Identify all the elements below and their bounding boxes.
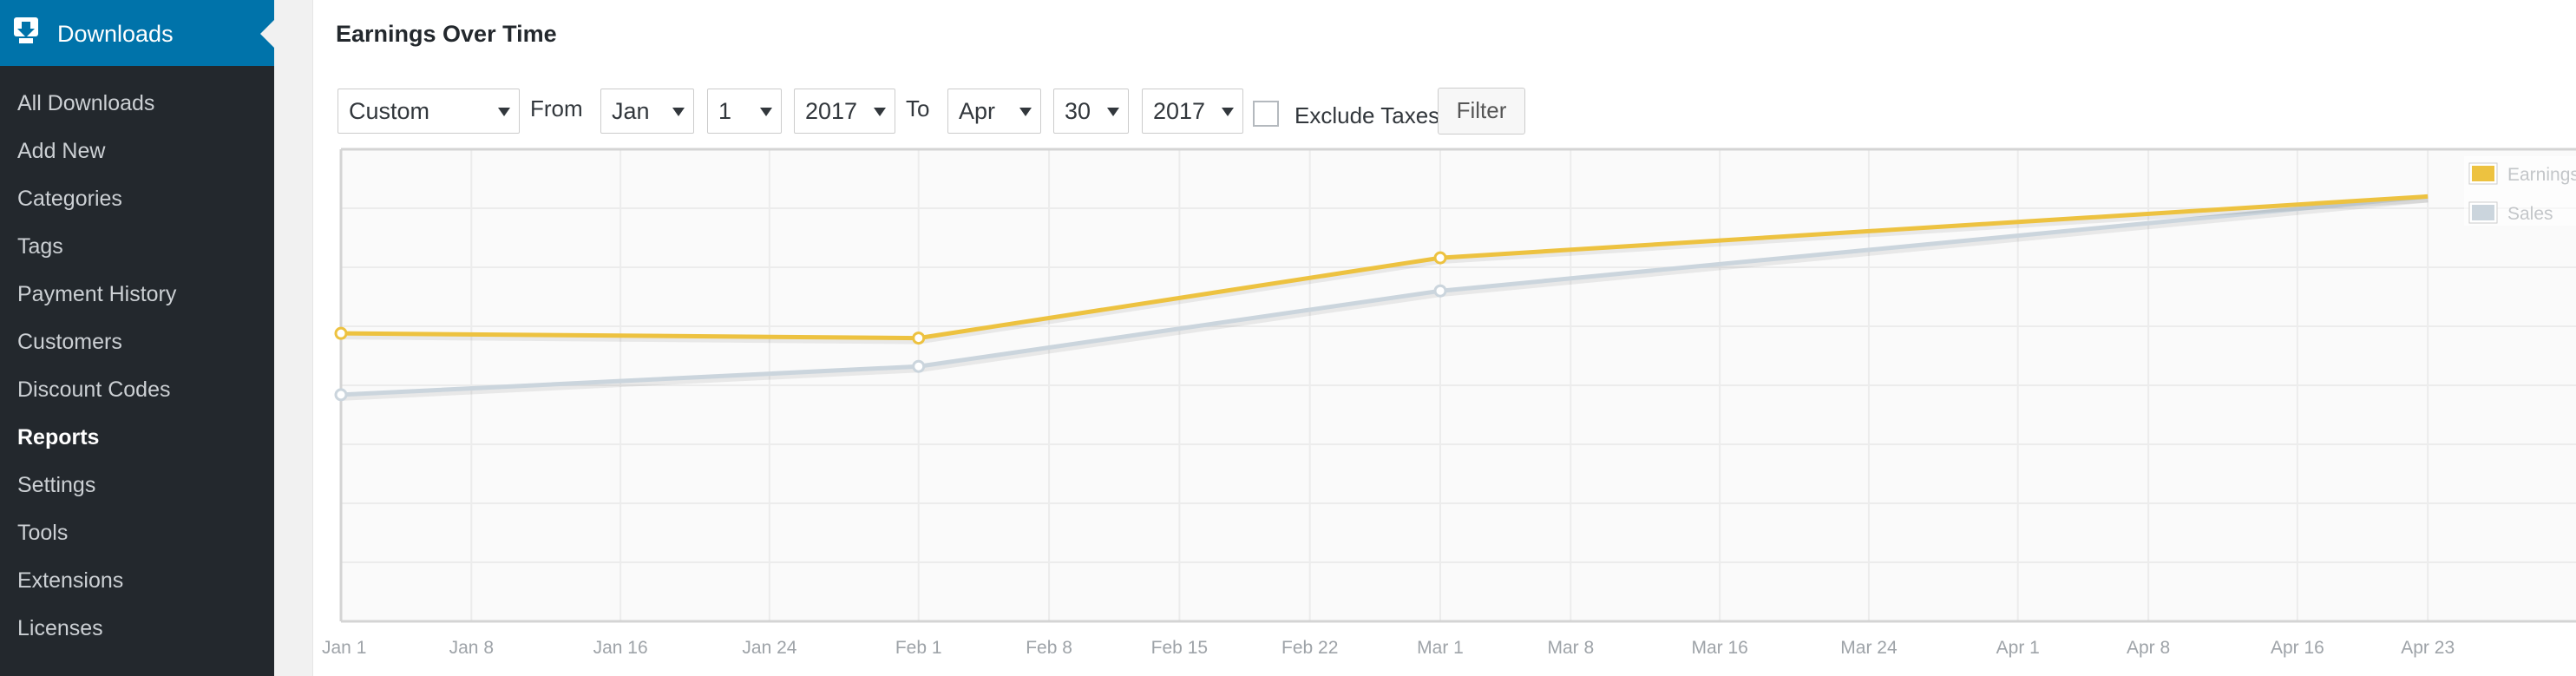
x-tick-label: Mar 24	[1840, 638, 1898, 658]
x-tick-label: Apr 16	[2271, 638, 2324, 658]
to-year-value: 2017	[1153, 98, 1206, 124]
sidebar-item-customers[interactable]: Customers	[0, 325, 274, 373]
to-month-value: Apr	[959, 98, 996, 124]
x-tick-label: Mar 8	[1548, 638, 1595, 658]
x-tick-label: Mar 1	[1417, 638, 1464, 658]
x-tick-label: Jan 16	[593, 638, 648, 658]
sidebar-submenu: All Downloads Add New Categories Tags Pa…	[0, 87, 274, 660]
to-day-value: 30	[1065, 98, 1091, 124]
chevron-down-icon	[874, 108, 886, 116]
x-tick-label: Feb 8	[1026, 638, 1072, 658]
date-range-value: Custom	[349, 98, 430, 124]
sidebar-item-settings[interactable]: Settings	[0, 469, 274, 516]
sales-point	[1433, 284, 1447, 298]
x-tick-label: Apr 1	[1996, 638, 2040, 658]
x-tick-label: Apr 8	[2127, 638, 2170, 658]
to-day-select[interactable]: 30	[1053, 89, 1129, 134]
current-menu-arrow	[260, 20, 274, 48]
earnings-chart-svg: Jan 1 Jan 8 Jan 16 Jan 24 Feb 1 Feb 8 Feb 15 Fe…	[322, 148, 2576, 658]
date-range-select[interactable]: Custom	[338, 89, 520, 134]
earnings-chart: Jan 1 Jan 8 Jan 16 Jan 24 Feb 1 Feb 8 Feb 15 Fe…	[313, 146, 2576, 676]
sidebar-item-add-new[interactable]: Add New	[0, 135, 274, 182]
exclude-taxes-label: Exclude Taxes	[1295, 102, 1440, 128]
chevron-down-icon	[760, 108, 772, 116]
sidebar-item-all-downloads[interactable]: All Downloads	[0, 87, 274, 135]
x-tick-label: Jan 24	[742, 638, 796, 658]
sales-point	[912, 359, 926, 373]
x-tick-label: Feb 1	[895, 638, 942, 658]
sidebar-item-tools[interactable]: Tools	[0, 516, 274, 564]
x-tick-label: Feb 22	[1281, 638, 1338, 658]
from-label: From	[530, 95, 583, 121]
to-month-select[interactable]: Apr	[947, 89, 1041, 134]
x-tick-label: Apr 23	[2401, 638, 2455, 658]
chevron-down-icon	[1019, 108, 1032, 116]
chevron-down-icon	[1107, 108, 1119, 116]
exclude-taxes-checkbox[interactable]	[1253, 101, 1279, 127]
filter-button[interactable]: Filter	[1438, 88, 1525, 135]
legend-swatch	[2472, 205, 2494, 220]
to-year-select[interactable]: 2017	[1142, 89, 1243, 134]
from-day-select[interactable]: 1	[707, 89, 782, 134]
earnings-point	[334, 326, 348, 340]
sidebar-item-categories[interactable]: Categories	[0, 182, 274, 230]
panel-title: Earnings Over Time	[336, 21, 557, 47]
earnings-point	[912, 331, 926, 345]
to-label: To	[906, 95, 930, 121]
legend-label: Sales	[2507, 204, 2553, 224]
sidebar-item-reports[interactable]: Reports	[0, 421, 274, 469]
chevron-down-icon	[672, 108, 685, 116]
sidebar-top-label: Downloads	[57, 21, 174, 47]
sidebar-item-extensions[interactable]: Extensions	[0, 564, 274, 612]
from-month-value: Jan	[612, 98, 650, 124]
legend-label: Earnings	[2507, 165, 2576, 185]
admin-sidebar: Downloads All Downloads Add New Categori…	[0, 0, 274, 676]
earnings-point	[1433, 251, 1447, 265]
earnings-panel: Earnings Over Time Custom From Jan 1 201…	[312, 0, 2576, 676]
sidebar-item-downloads[interactable]: Downloads	[0, 0, 274, 66]
sidebar-item-payment-history[interactable]: Payment History	[0, 278, 274, 325]
sales-point	[334, 388, 348, 402]
chevron-down-icon	[1222, 108, 1234, 116]
x-tick-label: Mar 16	[1691, 638, 1747, 658]
x-tick-label: Feb 15	[1151, 638, 1208, 658]
sidebar-item-licenses[interactable]: Licenses	[0, 612, 274, 660]
from-month-select[interactable]: Jan	[600, 89, 694, 134]
from-year-value: 2017	[805, 98, 858, 124]
chevron-down-icon	[498, 108, 510, 116]
download-icon	[12, 16, 43, 47]
sidebar-item-tags[interactable]: Tags	[0, 230, 274, 278]
from-year-select[interactable]: 2017	[794, 89, 895, 134]
x-tick-label: Jan 8	[449, 638, 494, 658]
from-day-value: 1	[718, 98, 732, 124]
sidebar-item-discount-codes[interactable]: Discount Codes	[0, 373, 274, 421]
x-tick-label: Jan 1	[322, 638, 366, 658]
legend-swatch	[2472, 166, 2494, 181]
